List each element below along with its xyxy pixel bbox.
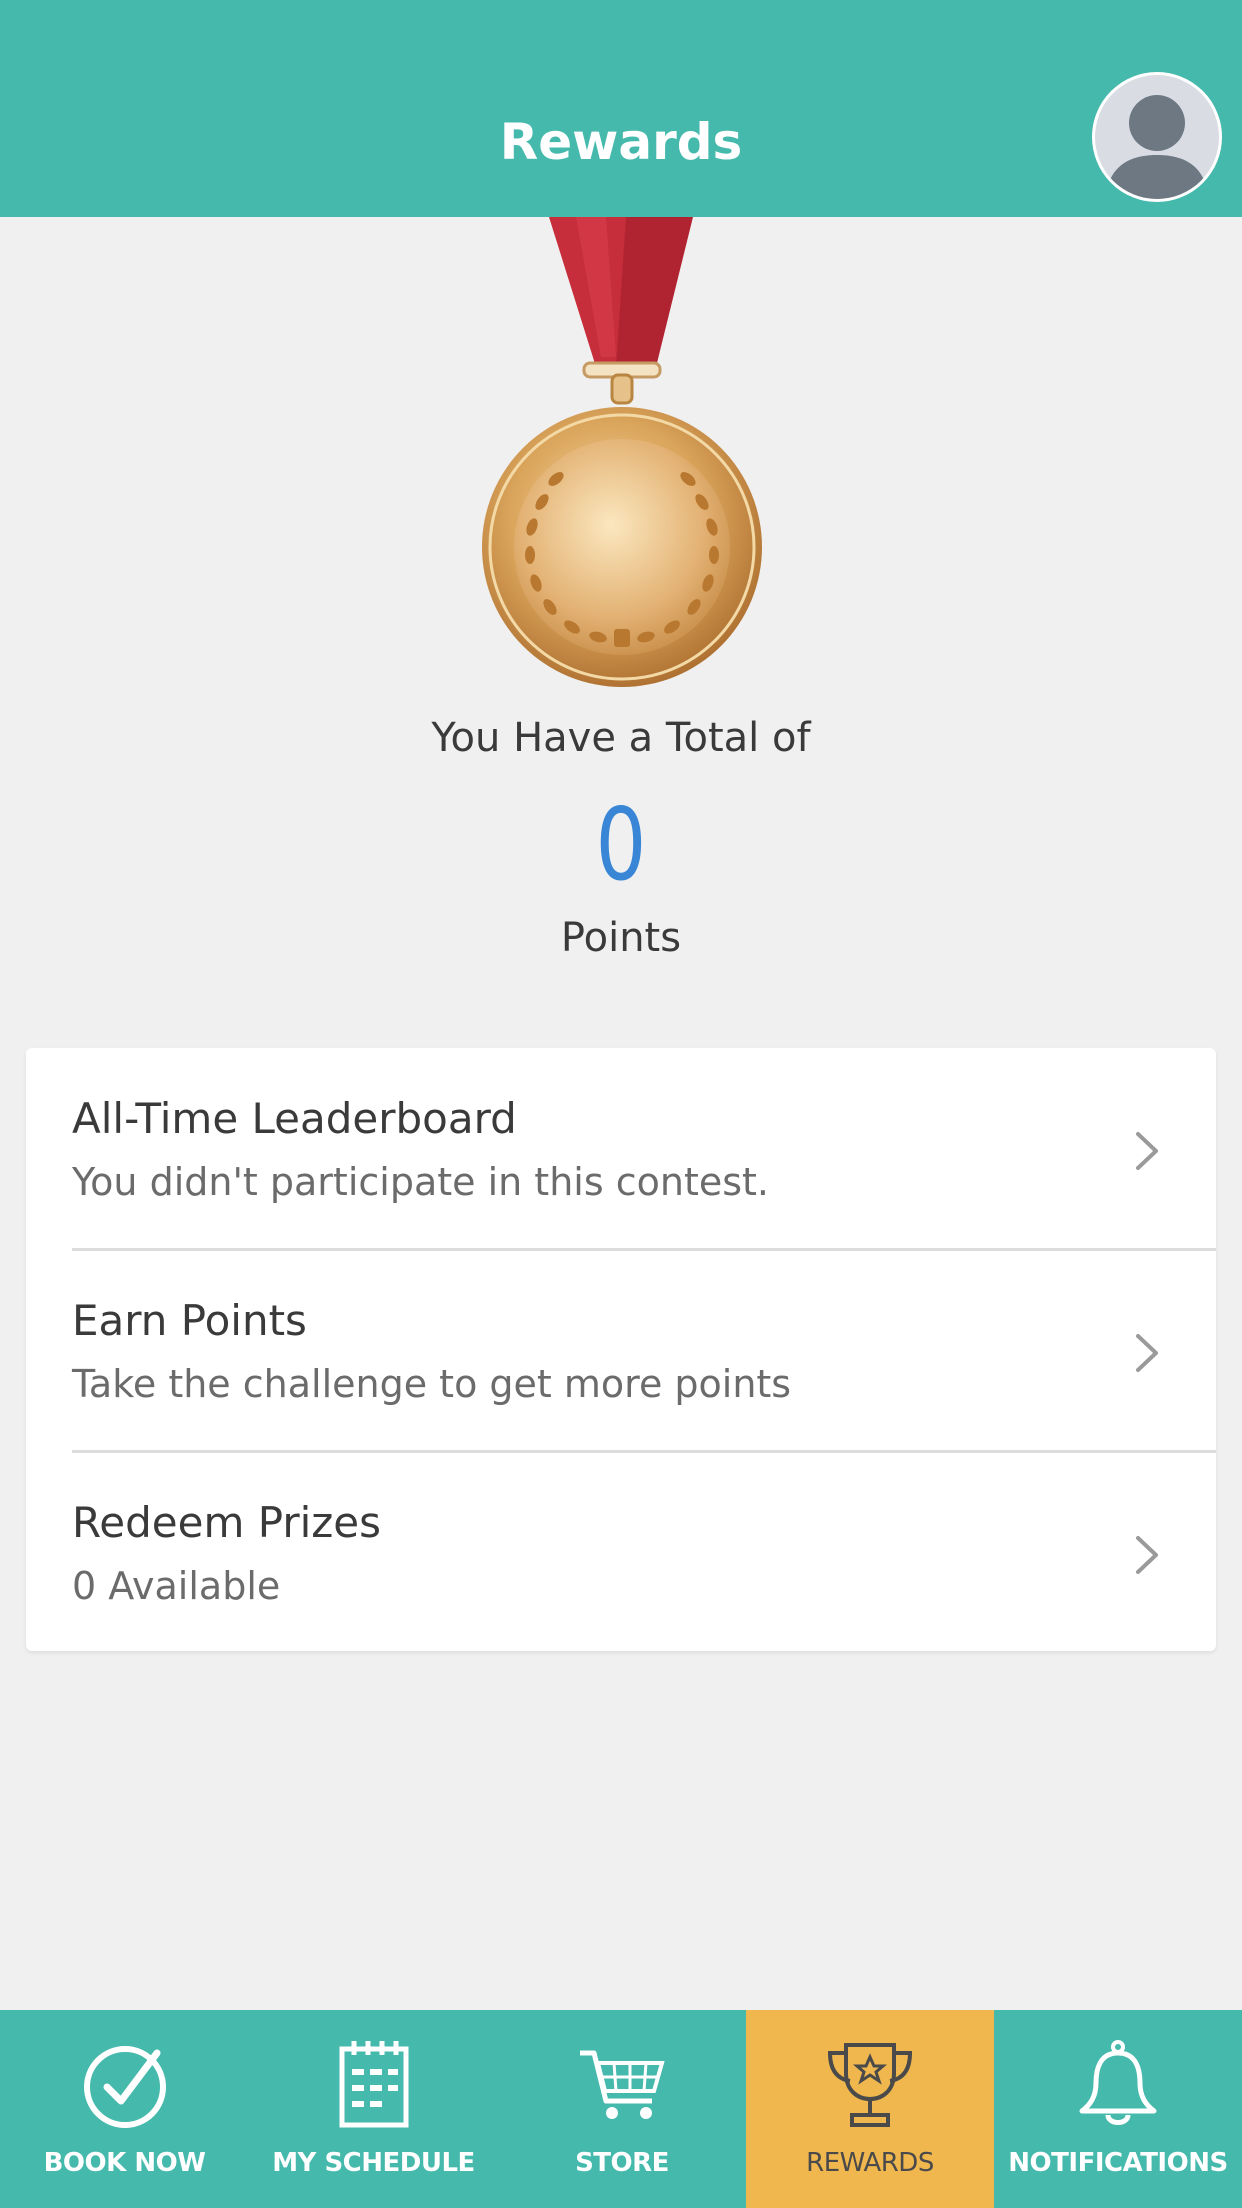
menu-item-subtitle: 0 Available — [72, 1564, 281, 1608]
bell-icon — [1079, 2040, 1157, 2125]
user-avatar-icon — [1105, 95, 1209, 199]
menu-item-title: Earn Points — [72, 1296, 307, 1345]
tab-my-schedule[interactable]: MY SCHEDULE — [249, 2010, 498, 2208]
status-bar — [0, 0, 1242, 68]
page-title: Rewards — [499, 113, 743, 171]
tab-label: BOOK NOW — [43, 2148, 206, 2178]
tab-rewards[interactable]: REWARDS — [746, 2010, 994, 2208]
header: Rewards — [0, 68, 1242, 217]
avatar[interactable] — [1092, 72, 1222, 202]
calendar-icon — [339, 2041, 408, 2128]
tab-label: REWARDS — [806, 2148, 934, 2178]
check-circle-icon — [83, 2046, 166, 2128]
menu-item-title: All-Time Leaderboard — [72, 1094, 517, 1143]
tab-label: MY SCHEDULE — [272, 2148, 475, 2178]
chevron-right-icon — [1136, 1536, 1158, 1574]
menu-item-subtitle: Take the challenge to get more points — [72, 1362, 792, 1406]
points-unit-label: Points — [560, 915, 682, 961]
menu-item-redeem-prizes[interactable]: Redeem Prizes 0 Available — [26, 1452, 1216, 1653]
tab-label: NOTIFICATIONS — [1008, 2148, 1228, 2178]
rewards-menu-card: All-Time Leaderboard You didn't particip… — [26, 1048, 1216, 1651]
chevron-right-icon — [1136, 1334, 1158, 1372]
chevron-right-icon — [1136, 1132, 1158, 1170]
tab-book-now[interactable]: BOOK NOW — [0, 2010, 249, 2208]
trophy-icon — [827, 2043, 913, 2127]
points-value: 0 — [595, 786, 647, 903]
tab-label: STORE — [575, 2148, 669, 2178]
cart-icon — [580, 2050, 665, 2119]
tab-notifications[interactable]: NOTIFICATIONS — [994, 2010, 1242, 2208]
menu-item-earn-points[interactable]: Earn Points Take the challenge to get mo… — [26, 1250, 1216, 1451]
menu-item-subtitle: You didn't participate in this contest. — [72, 1160, 770, 1204]
menu-item-leaderboard[interactable]: All-Time Leaderboard You didn't particip… — [26, 1048, 1216, 1249]
tab-store[interactable]: STORE — [498, 2010, 746, 2208]
menu-item-title: Redeem Prizes — [72, 1498, 382, 1547]
points-total-label: You Have a Total of — [431, 715, 811, 761]
bottom-tab-bar: BOOK NOW MY SCHEDULE STORE REWARDS NOTIF… — [0, 2010, 1242, 2208]
medal-image — [476, 217, 766, 692]
